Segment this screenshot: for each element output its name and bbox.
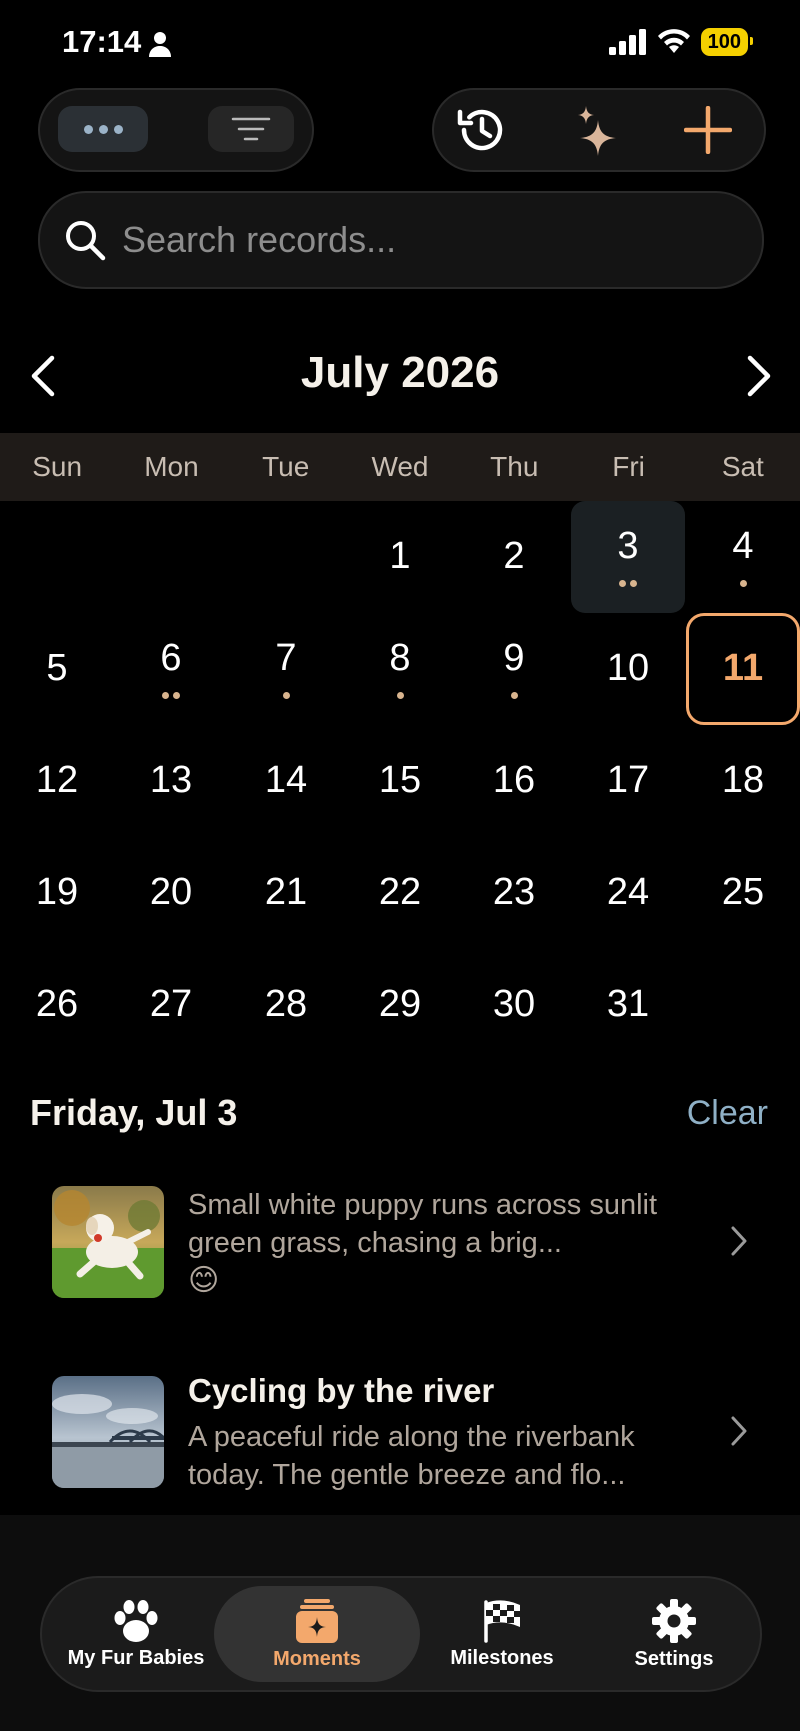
calendar-day[interactable]: 18 xyxy=(686,725,800,837)
record-description: A peaceful ride along the riverbank toda… xyxy=(188,1421,635,1491)
calendar-day[interactable]: 14 xyxy=(229,725,343,837)
search-icon xyxy=(66,221,106,261)
gear-icon xyxy=(652,1598,696,1643)
event-dots xyxy=(229,691,343,699)
calendar-day[interactable]: 1 xyxy=(343,501,457,613)
calendar-grid: 1 2 3 4 5 6 7 8 9 10 11 12 13 14 15 16 1… xyxy=(0,501,800,1061)
sparkle-icon xyxy=(578,106,616,156)
record-title: Cycling by the river xyxy=(188,1372,495,1409)
calendar-day[interactable]: 23 xyxy=(457,837,571,949)
calendar-day[interactable]: 21 xyxy=(229,837,343,949)
next-month-button[interactable] xyxy=(740,352,776,405)
calendar-day[interactable]: 8 xyxy=(343,613,457,725)
event-dots xyxy=(571,579,685,587)
calendar-day[interactable]: 5 xyxy=(0,613,114,725)
calendar-day[interactable]: 9 xyxy=(457,613,571,725)
person-icon xyxy=(149,32,171,57)
calendar-day-selected[interactable]: 3 xyxy=(571,501,685,613)
filter-icon xyxy=(231,117,271,141)
calendar-day[interactable]: 25 xyxy=(686,837,800,949)
puppy-photo-thumbnail xyxy=(52,1186,164,1298)
calendar-day[interactable]: 30 xyxy=(457,949,571,1061)
weekday-label: Sat xyxy=(721,451,764,482)
battery-indicator: 100 xyxy=(700,28,754,56)
calendar-day[interactable]: 17 xyxy=(571,725,685,837)
calendar-day[interactable]: 31 xyxy=(571,949,685,1061)
left-toolbar xyxy=(38,88,314,172)
month-title: July 2026 xyxy=(300,348,500,397)
calendar-day[interactable]: 10 xyxy=(571,613,685,725)
right-toolbar xyxy=(432,88,766,172)
calendar-day[interactable]: 6 xyxy=(114,613,228,725)
event-dots xyxy=(457,691,571,699)
chevron-right-icon xyxy=(731,1416,747,1446)
tab-moments[interactable]: Moments xyxy=(224,1578,410,1690)
calendar-day[interactable]: 22 xyxy=(343,837,457,949)
wifi-icon xyxy=(657,29,690,53)
calendar-day[interactable]: 28 xyxy=(229,949,343,1061)
add-button[interactable] xyxy=(666,100,750,160)
weekday-label: Fri xyxy=(612,451,645,482)
calendar-day-today[interactable]: 11 xyxy=(686,613,800,725)
tab-my-fur-babies[interactable]: My Fur Babies xyxy=(60,1578,212,1690)
calendar-day[interactable]: 13 xyxy=(114,725,228,837)
weekday-label: Mon xyxy=(144,451,199,482)
calendar-day[interactable]: 7 xyxy=(229,613,343,725)
moments-icon xyxy=(296,1598,338,1643)
calendar-day[interactable]: 26 xyxy=(0,949,114,1061)
signal-icon xyxy=(608,29,646,55)
history-icon xyxy=(457,109,503,151)
emoji-text: 😊 xyxy=(188,1264,220,1297)
weekday-label: Wed xyxy=(371,451,429,482)
history-button[interactable] xyxy=(440,100,524,160)
plus-icon xyxy=(684,106,732,154)
calendar-day[interactable]: 24 xyxy=(571,837,685,949)
calendar-day[interactable]: 19 xyxy=(0,837,114,949)
calendar-day[interactable]: 15 xyxy=(343,725,457,837)
chevron-right-icon xyxy=(731,1226,747,1256)
weekday-label: Sun xyxy=(32,451,83,482)
clear-button[interactable]: Clear xyxy=(687,1094,768,1133)
filter-button[interactable] xyxy=(208,106,294,152)
status-indicators: 100 xyxy=(608,28,754,56)
tab-milestones[interactable]: Milestones xyxy=(426,1578,578,1690)
calendar-day[interactable]: 2 xyxy=(457,501,571,613)
event-dots xyxy=(686,579,800,587)
checkered-flag-icon xyxy=(484,1599,520,1643)
calendar-day[interactable]: 4 xyxy=(686,501,800,613)
weekday-header: Sun Mon Tue Wed Thu Fri Sat xyxy=(0,433,800,501)
calendar-day[interactable]: 27 xyxy=(114,949,228,1061)
status-time: 17:14 xyxy=(62,24,142,59)
selected-date-title: Friday, Jul 3 xyxy=(30,1092,238,1133)
calendar-day[interactable]: 16 xyxy=(457,725,571,837)
paw-icon xyxy=(114,1599,158,1642)
more-button[interactable] xyxy=(58,106,148,152)
ai-sparkle-button[interactable] xyxy=(556,100,640,160)
calendar-day[interactable]: 20 xyxy=(114,837,228,949)
search-placeholder: Search records... xyxy=(122,219,397,260)
event-dots xyxy=(114,691,228,699)
more-icon xyxy=(83,124,93,134)
event-dots xyxy=(343,691,457,699)
tab-settings[interactable]: Settings xyxy=(598,1578,750,1690)
weekday-label: Thu xyxy=(490,451,539,482)
record-item[interactable]: Small white puppy runs across sunlit gre… xyxy=(0,1168,800,1358)
weekday-label: Tue xyxy=(262,451,310,482)
search-field[interactable]: Search records... xyxy=(38,191,764,289)
record-description: Small white puppy runs across sunlit gre… xyxy=(188,1189,658,1297)
chevron-right-icon xyxy=(747,355,771,397)
tab-bar: My Fur Babies Moments Milestones Setting… xyxy=(40,1576,762,1692)
calendar-day[interactable]: 29 xyxy=(343,949,457,1061)
calendar-day[interactable]: 12 xyxy=(0,725,114,837)
river-photo-thumbnail xyxy=(52,1376,164,1488)
